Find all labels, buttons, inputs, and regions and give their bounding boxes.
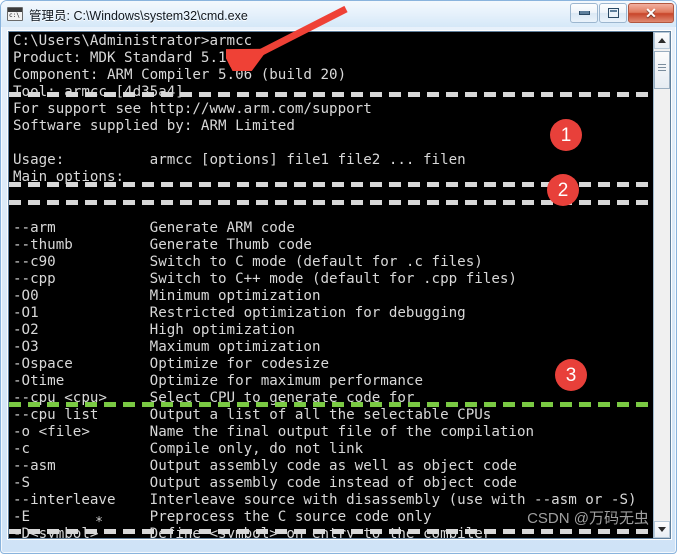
chevron-down-icon: [658, 527, 666, 532]
console-line: --thumb Generate Thumb code: [13, 237, 312, 253]
cmd-window: 管理员: C:\Windows\system32\cmd.exe ✕ C:\Us…: [0, 0, 677, 554]
console-line: -O1 Restricted optimization for debuggin…: [13, 305, 466, 321]
console-client-area: C:\Users\Administrator>armcc Product: MDK…: [8, 31, 671, 539]
console-line: Product: MDK Standard 5.16: [13, 50, 236, 66]
console-line: Component: ARM Compiler 5.06 (build 20): [13, 67, 347, 83]
annotation-badge-1: 1: [550, 119, 582, 151]
annotation-badge-2: 2: [547, 174, 579, 206]
console-line: -O3 Maximum optimization: [13, 339, 321, 355]
console-line: Tool: armcc [4d35a4]: [13, 84, 184, 100]
console-line: -o <file> Name the final output file of …: [13, 424, 535, 440]
window-controls: ✕: [569, 2, 674, 23]
console-line: -E Preprocess the C source code only: [13, 509, 432, 525]
minimize-icon: [578, 10, 590, 15]
window-title: 管理员: C:\Windows\system32\cmd.exe: [29, 8, 248, 23]
console-line: -O2 High optimization: [13, 322, 295, 338]
scroll-down-button[interactable]: [654, 521, 670, 538]
scroll-up-button[interactable]: [654, 32, 670, 49]
annotation-badge-3: 3: [555, 359, 587, 391]
console-cursor: *: [95, 515, 103, 530]
console-line: --c90 Switch to C mode (default for .c f…: [13, 254, 483, 270]
console-line: -S Output assembly code instead of objec…: [13, 475, 517, 491]
close-button[interactable]: ✕: [628, 2, 674, 23]
console-surface[interactable]: C:\Users\Administrator>armcc Product: MDK…: [9, 32, 655, 538]
console-line: C:\Users\Administrator>armcc: [13, 33, 253, 49]
title-bar[interactable]: 管理员: C:\Windows\system32\cmd.exe ✕: [1, 1, 676, 27]
console-line: -c Compile only, do not link: [13, 441, 364, 457]
scrollbar-thumb[interactable]: [654, 51, 670, 89]
console-line: --interleave Interleave source with disa…: [13, 492, 637, 508]
maximize-button[interactable]: [599, 2, 627, 23]
cmd-icon: [7, 7, 23, 21]
annotation-badge-3-label: 3: [565, 364, 577, 386]
close-icon: ✕: [645, 4, 657, 21]
console-line: -D<symbol> Define <symbol> on entry to t…: [13, 526, 492, 538]
maximize-icon: [607, 7, 619, 18]
chevron-up-icon: [658, 38, 666, 43]
annotation-badge-2-label: 2: [557, 179, 569, 201]
console-line: -O0 Minimum optimization: [13, 288, 321, 304]
console-line: --cpu <cpu> Select CPU to generate code …: [13, 390, 415, 406]
console-line: --cpu list Output a list of all the sele…: [13, 407, 492, 423]
console-line: Usage: armcc [options] file1 file2 ... f…: [13, 152, 466, 168]
console-text: C:\Users\Administrator>armcc Product: MDK…: [13, 33, 653, 538]
console-line: For support see http://www.arm.com/suppo…: [13, 101, 372, 117]
console-line: --arm Generate ARM code: [13, 220, 295, 236]
console-scrollbar[interactable]: [653, 32, 670, 538]
minimize-button[interactable]: [570, 2, 598, 23]
annotation-badge-1-label: 1: [560, 124, 572, 146]
console-line: --cpp Switch to C++ mode (default for .c…: [13, 271, 517, 287]
console-line: --asm Output assembly code as well as ob…: [13, 458, 517, 474]
